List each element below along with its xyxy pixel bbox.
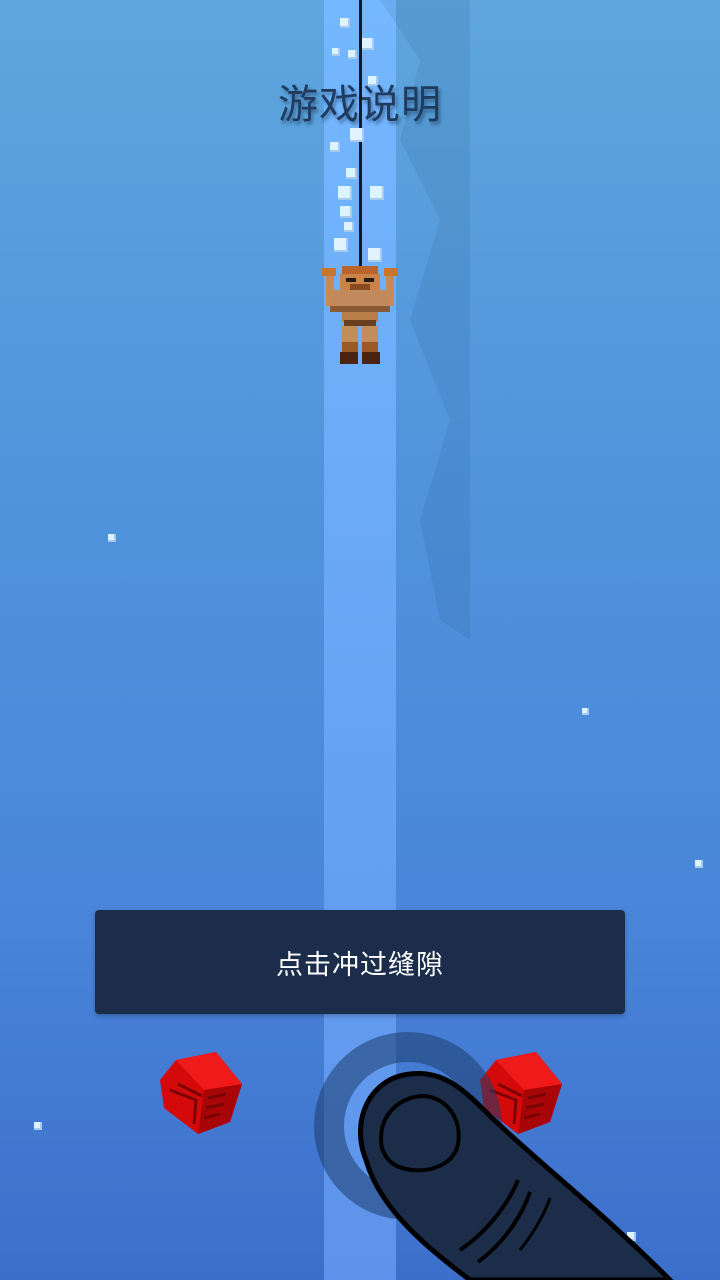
page-title: 游戏说明 <box>278 82 442 128</box>
ice-particle <box>330 142 340 152</box>
ice-particle <box>370 186 384 200</box>
tap-finger-icon <box>358 1071 674 1280</box>
ice-particle <box>582 708 589 715</box>
ice-particle <box>108 534 116 542</box>
ice-particle <box>346 168 357 179</box>
ice-particle <box>368 248 382 262</box>
ice-particle <box>348 50 357 59</box>
game-stage[interactable]: 游戏说明 点击冲过缝隙 <box>0 0 720 1280</box>
red-spike-block-icon <box>160 1052 242 1134</box>
ice-particle <box>338 186 352 200</box>
climber-character-icon <box>322 266 398 364</box>
instruction-banner: 点击冲过缝隙 <box>95 910 625 1014</box>
ice-particle <box>344 222 354 232</box>
ice-particle <box>34 1122 42 1130</box>
ice-particle <box>340 206 352 218</box>
ice-particle <box>350 128 364 142</box>
ice-particle <box>332 48 340 56</box>
ice-particle <box>340 18 350 28</box>
ice-particle <box>695 860 703 868</box>
instruction-text: 点击冲过缝隙 <box>276 949 444 981</box>
ice-particle <box>334 238 348 252</box>
ice-particle <box>362 38 374 50</box>
